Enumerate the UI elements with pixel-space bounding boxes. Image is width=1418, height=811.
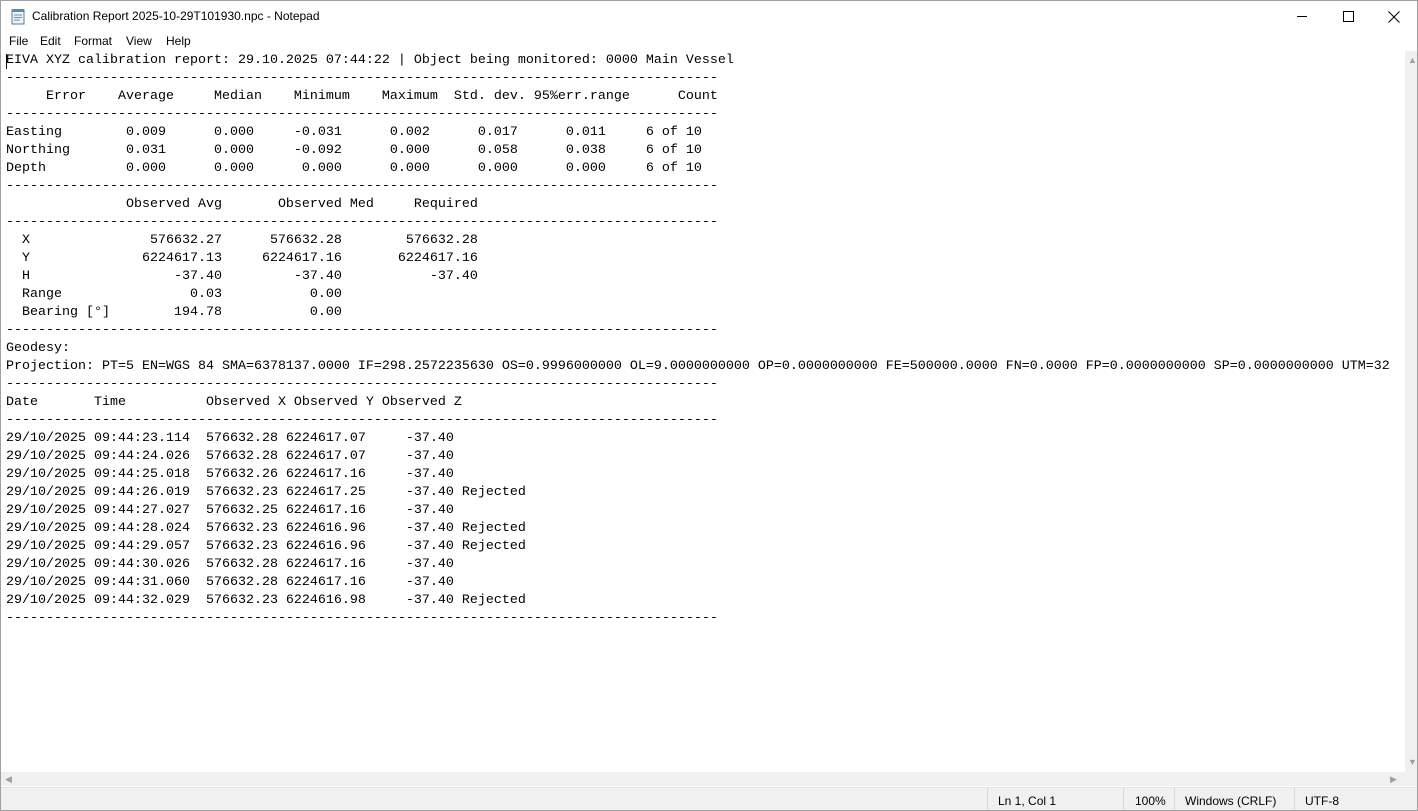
document-line: 29/10/2025 09:44:27.027 576632.25 622461… — [6, 503, 454, 518]
document-line: 29/10/2025 09:44:26.019 576632.23 622461… — [6, 485, 526, 500]
document-line: 29/10/2025 09:44:25.018 576632.26 622461… — [6, 467, 454, 482]
document-line: ----------------------------------------… — [6, 323, 718, 338]
text-editor[interactable]: EIVA XYZ calibration report: 29.10.2025 … — [1, 51, 1405, 772]
document-line: Depth 0.000 0.000 0.000 0.000 0.000 0.00… — [6, 161, 702, 176]
document-line: Projection: PT=5 EN=WGS 84 SMA=6378137.0… — [6, 359, 1390, 374]
document-line: Easting 0.009 0.000 -0.031 0.002 0.017 0… — [6, 125, 702, 140]
notepad-window: Calibration Report 2025-10-29T101930.npc… — [0, 0, 1418, 811]
window-title: Calibration Report 2025-10-29T101930.npc… — [32, 9, 320, 23]
title-bar[interactable]: Calibration Report 2025-10-29T101930.npc… — [1, 1, 1417, 32]
document-line: Northing 0.031 0.000 -0.092 0.000 0.058 … — [6, 143, 702, 158]
menu-view[interactable]: View — [126, 34, 152, 48]
document-line: H -37.40 -37.40 -37.40 — [6, 269, 478, 284]
document-line: ----------------------------------------… — [6, 377, 718, 392]
status-bar: Ln 1, Col 1 100% Windows (CRLF) UTF-8 — [1, 787, 1417, 810]
document-text: EIVA XYZ calibration report: 29.10.2025 … — [6, 52, 1390, 628]
close-icon — [1388, 10, 1400, 23]
document-line: 29/10/2025 09:44:23.114 576632.28 622461… — [6, 431, 454, 446]
document-line: 29/10/2025 09:44:29.057 576632.23 622461… — [6, 539, 526, 554]
document-line: 29/10/2025 09:44:31.060 576632.28 622461… — [6, 575, 454, 590]
status-encoding-cell: UTF-8 — [1294, 788, 1417, 810]
vertical-scrollbar[interactable]: ▲ ▼ — [1405, 51, 1417, 772]
document-line: ----------------------------------------… — [6, 71, 718, 86]
zoom-level: 100% — [1135, 794, 1166, 808]
maximize-button[interactable] — [1325, 1, 1371, 32]
document-line: 29/10/2025 09:44:24.026 576632.28 622461… — [6, 449, 454, 464]
document-line: Geodesy: — [6, 341, 70, 356]
status-zoom-cell: 100% — [1123, 788, 1174, 810]
maximize-icon — [1342, 11, 1354, 22]
document-line: Bearing [°] 194.78 0.00 — [6, 305, 342, 320]
encoding: UTF-8 — [1305, 794, 1339, 808]
scrollbar-corner — [1405, 772, 1417, 786]
document-line: ----------------------------------------… — [6, 107, 718, 122]
document-line: EIVA XYZ calibration report: 29.10.2025 … — [6, 53, 734, 68]
notepad-icon — [11, 9, 25, 25]
document-line: 29/10/2025 09:44:30.026 576632.28 622461… — [6, 557, 454, 572]
minimize-button[interactable] — [1279, 1, 1325, 32]
document-line: ----------------------------------------… — [6, 179, 718, 194]
scroll-down-icon[interactable]: ▼ — [1408, 757, 1417, 767]
menu-edit[interactable]: Edit — [40, 34, 61, 48]
close-button[interactable] — [1371, 1, 1417, 32]
horizontal-scrollbar[interactable]: ◀ ▶ — [1, 772, 1405, 786]
document-line: X 576632.27 576632.28 576632.28 — [6, 233, 478, 248]
menu-file[interactable]: File — [9, 34, 28, 48]
menu-format[interactable]: Format — [74, 34, 112, 48]
document-line: Date Time Observed X Observed Y Observed… — [6, 395, 462, 410]
scroll-up-icon[interactable]: ▲ — [1408, 55, 1417, 65]
document-line: Range 0.03 0.00 — [6, 287, 342, 302]
line-ending: Windows (CRLF) — [1185, 794, 1277, 808]
status-position-cell: Ln 1, Col 1 — [987, 788, 1123, 810]
document-line: 29/10/2025 09:44:32.029 576632.23 622461… — [6, 593, 526, 608]
document-line: Error Average Median Minimum Maximum Std… — [6, 89, 718, 104]
minimize-icon — [1296, 16, 1307, 17]
status-line-ending-cell: Windows (CRLF) — [1174, 788, 1294, 810]
menu-bar: File Edit Format View Help — [1, 32, 1417, 51]
menu-help[interactable]: Help — [166, 34, 191, 48]
document-line: Observed Avg Observed Med Required — [6, 197, 478, 212]
scroll-right-icon[interactable]: ▶ — [1390, 774, 1397, 784]
document-line: ----------------------------------------… — [6, 611, 718, 626]
document-line: ----------------------------------------… — [6, 215, 718, 230]
document-line: ----------------------------------------… — [6, 413, 718, 428]
cursor-position: Ln 1, Col 1 — [998, 794, 1057, 808]
text-caret — [6, 54, 7, 69]
scroll-left-icon[interactable]: ◀ — [5, 774, 12, 784]
document-line: 29/10/2025 09:44:28.024 576632.23 622461… — [6, 521, 526, 536]
document-line: Y 6224617.13 6224617.16 6224617.16 — [6, 251, 478, 266]
